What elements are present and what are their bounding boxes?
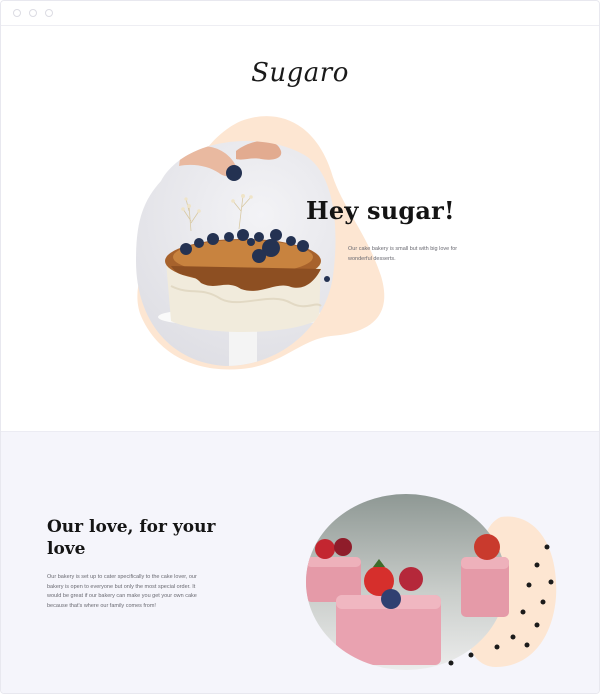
window-titlebar <box>1 1 599 26</box>
hero-section: Sugaro Hey sugar! Our cake bakery is sma… <box>1 26 599 431</box>
about-heading: Our love, for your love <box>47 517 216 559</box>
hero-heading: Hey sugar! <box>306 196 455 225</box>
window-close-control[interactable] <box>13 9 21 17</box>
brand-logo[interactable]: Sugaro <box>1 58 599 88</box>
hero-cake-image <box>136 116 385 370</box>
window-minimize-control[interactable] <box>29 9 37 17</box>
hero-description: Our cake bakery is small but with big lo… <box>348 246 458 262</box>
window-maximize-control[interactable] <box>45 9 53 17</box>
about-description: Our bakery is set up to cater specifical… <box>47 574 197 609</box>
about-section: Our love, for your love Our bakery is se… <box>1 431 599 693</box>
petit-fours-image <box>306 494 557 670</box>
browser-window: Sugaro Hey sugar! Our cake bakery is sma… <box>0 0 600 694</box>
